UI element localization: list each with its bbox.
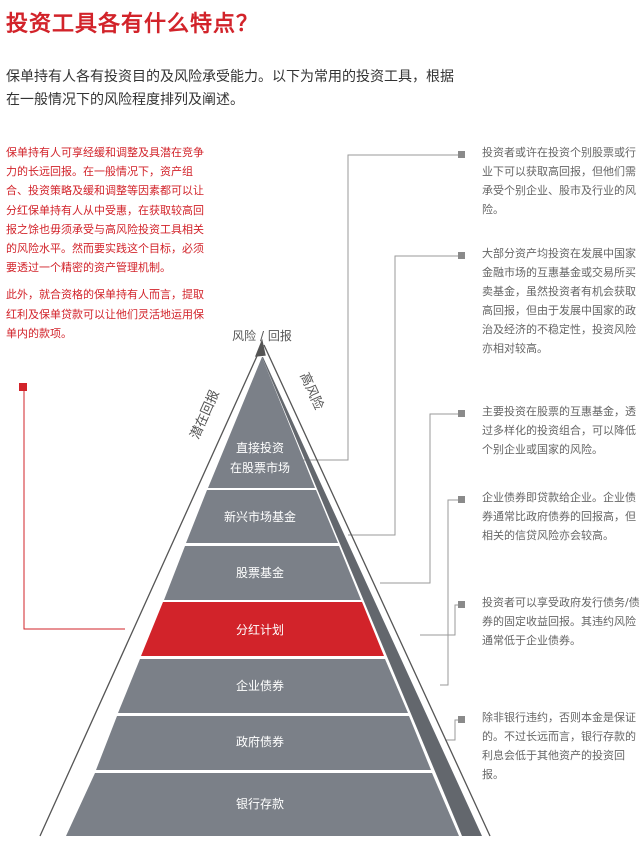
level-6-label: 政府债券 bbox=[236, 734, 284, 749]
description-4: 企业债券即贷款给企业。企业债券通常比政府债券的回报高，但相关的信贷风险亦会较高。 bbox=[482, 491, 636, 542]
description-6: 除非银行违约，否则本金是保证的。不过长远而言，银行存款的利息会低于其他资产的投资… bbox=[482, 711, 636, 781]
red-connector bbox=[23, 391, 125, 630]
level-3-label: 股票基金 bbox=[236, 565, 284, 580]
connector-6 bbox=[445, 719, 462, 741]
axis-left-label: 潜在回报 bbox=[188, 388, 223, 442]
axis-right-label: 高风险 bbox=[296, 370, 326, 412]
description-1: 投资者或许在投资个别股票或行业下可以获取高回报，但他们需承受个别企业、股市及行业… bbox=[482, 146, 636, 216]
level-5-label: 企业债券 bbox=[236, 678, 284, 693]
connector-4 bbox=[440, 499, 462, 686]
level-7-label: 银行存款 bbox=[236, 797, 284, 811]
level-1-label-line-2: 在股票市场 bbox=[230, 460, 290, 475]
bullet-marker-1 bbox=[458, 151, 465, 158]
bullet-marker-4 bbox=[458, 496, 465, 503]
axis-top-label: 风险 / 回报 bbox=[232, 328, 292, 343]
red-marker-icon bbox=[19, 383, 27, 391]
bullet-marker-3 bbox=[458, 410, 465, 417]
level-4-label: 分红计划 bbox=[236, 622, 284, 637]
pyramid-levels bbox=[66, 357, 459, 836]
description-3: 主要投资在股票的互惠基金，透过多样化的投资组合，可以降低个别企业或国家的风险。 bbox=[482, 405, 636, 456]
level-1-label-line-1: 直接投资 bbox=[236, 440, 284, 455]
left-axis-arrowhead bbox=[254, 338, 266, 357]
bullet-marker-5 bbox=[458, 601, 465, 608]
level-2-label: 新兴市场基金 bbox=[224, 509, 296, 524]
bullet-marker-2 bbox=[458, 252, 465, 259]
description-2: 大部分资产均投资在发展中国家金融市场的互惠基金或交易所买卖基金，虽然投资者有机会… bbox=[482, 247, 636, 355]
description-5: 投资者可以享受政府发行债务/债券的固定收益回报。其违约风险通常低于企业债券。 bbox=[482, 596, 640, 647]
connector-3 bbox=[380, 413, 462, 584]
connector-5 bbox=[420, 604, 462, 636]
connector-2 bbox=[348, 255, 462, 536]
bullet-marker-6 bbox=[458, 716, 465, 723]
